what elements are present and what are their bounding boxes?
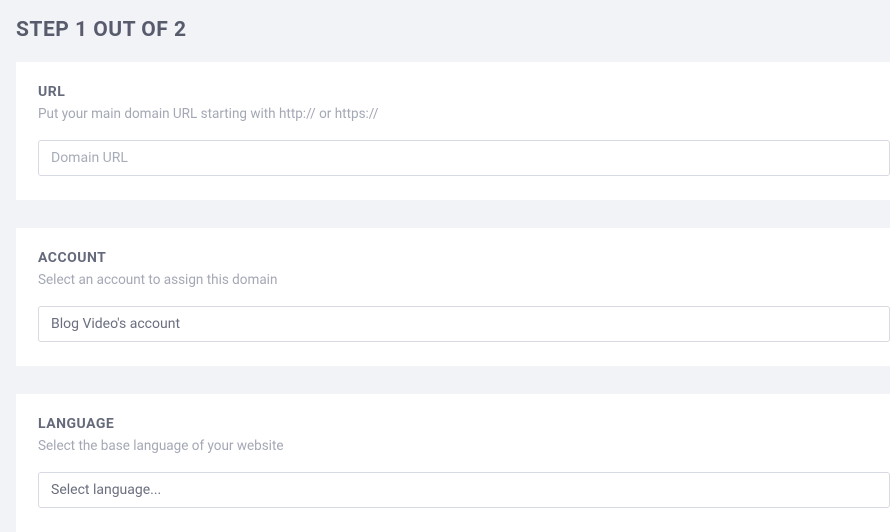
url-section: URL Put your main domain URL starting wi… [16,62,890,200]
account-label: ACCOUNT [38,250,890,266]
language-select[interactable]: Select language... [38,472,890,508]
account-hint: Select an account to assign this domain [38,272,890,288]
url-input[interactable] [38,140,890,176]
url-hint: Put your main domain URL starting with h… [38,106,890,122]
account-select[interactable]: Blog Video's account [38,306,890,342]
language-label: LANGUAGE [38,416,890,432]
account-section: ACCOUNT Select an account to assign this… [16,228,890,366]
url-label: URL [38,84,890,100]
language-section: LANGUAGE Select the base language of you… [16,394,890,532]
page-title: STEP 1 OUT OF 2 [0,0,890,62]
language-hint: Select the base language of your website [38,438,890,454]
